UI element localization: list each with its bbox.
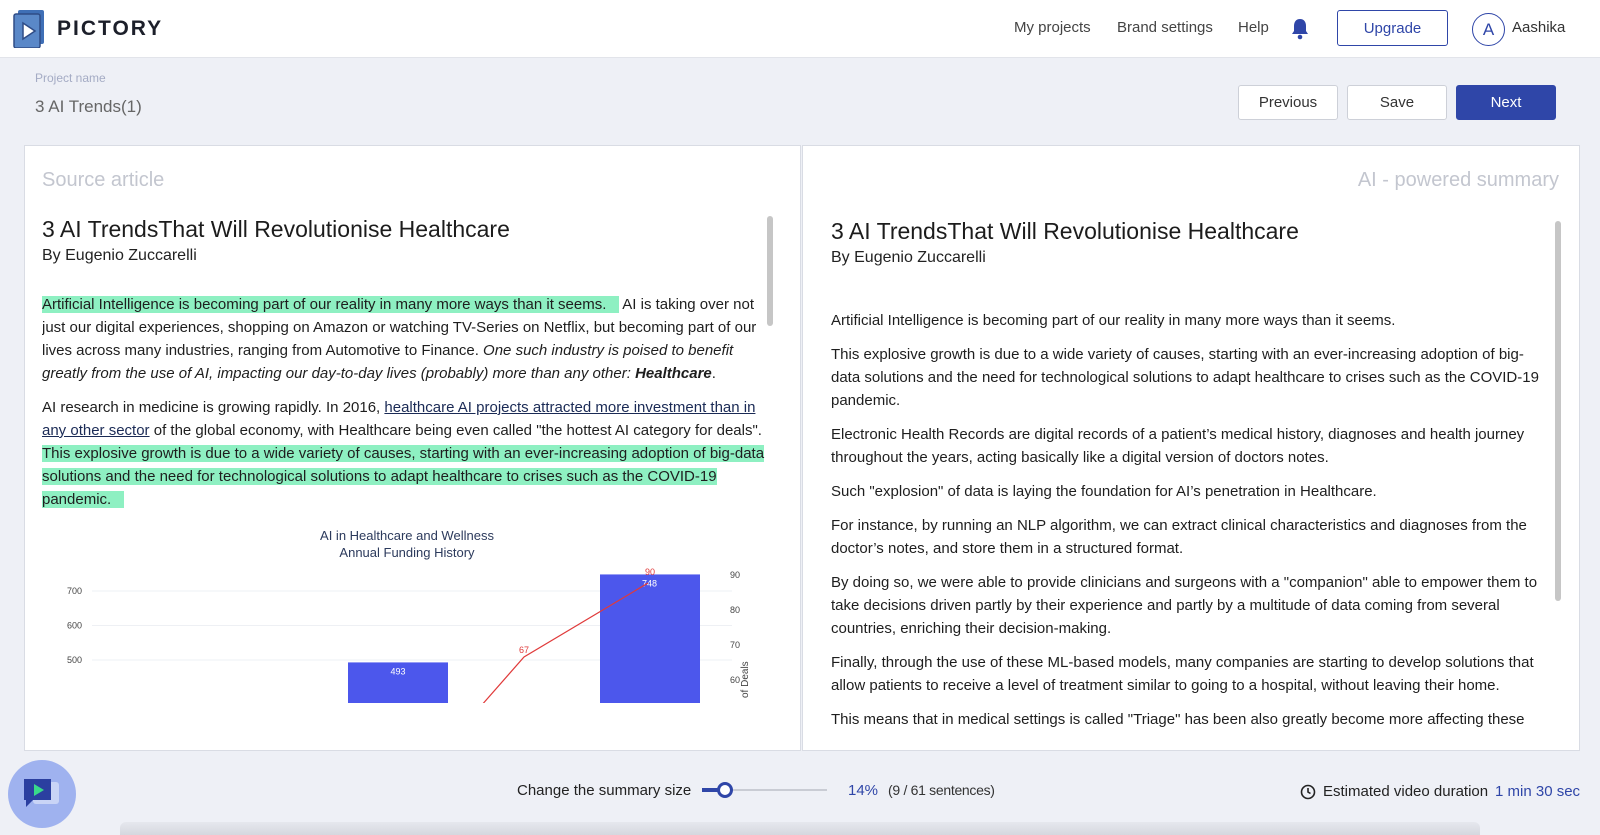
nav-brand-settings[interactable]: Brand settings xyxy=(1117,19,1213,36)
source-scrollbar[interactable] xyxy=(767,216,773,750)
chart-right-tick: 70 xyxy=(730,640,740,650)
user-avatar[interactable]: A xyxy=(1472,13,1505,46)
source-article-content[interactable]: 3 AI TrendsThat Will Revolutionise Healt… xyxy=(42,216,767,750)
nav-my-projects[interactable]: My projects xyxy=(1014,19,1091,36)
video-duration-value: 1 min 30 sec xyxy=(1495,783,1581,800)
pictory-logo-icon[interactable] xyxy=(12,8,48,48)
chart-bar-label: 493 xyxy=(390,666,405,676)
sentence[interactable]: of the global economy, with Healthcare b… xyxy=(154,422,762,439)
notification-bell-icon[interactable] xyxy=(1290,18,1310,40)
summary-percent: 14% xyxy=(848,782,879,799)
summary-author: By Eugenio Zuccarelli xyxy=(831,249,986,266)
chart-left-tick: 600 xyxy=(67,621,82,631)
chart-right-tick: 80 xyxy=(730,605,740,615)
chart-line-label: 67 xyxy=(519,645,529,655)
summary-size-slider[interactable] xyxy=(702,781,827,799)
summary-sentence[interactable]: This explosive growth is due to a wide v… xyxy=(831,343,1543,412)
save-button[interactable]: Save xyxy=(1347,85,1447,120)
summary-sentence[interactable]: Finally, through the use of these ML-bas… xyxy=(831,651,1543,697)
summary-sentence[interactable]: Such "explosion" of data is laying the f… xyxy=(831,480,1543,503)
summary-title: 3 AI TrendsThat Will Revolutionise Healt… xyxy=(831,218,1299,244)
chart-right-tick: 90 xyxy=(730,570,740,580)
source-article-title: 3 AI TrendsThat Will Revolutionise Healt… xyxy=(42,216,510,242)
source-article-panel: Source article 3 AI TrendsThat Will Revo… xyxy=(24,145,801,751)
clock-icon xyxy=(1300,784,1316,800)
chart-left-tick: 700 xyxy=(67,586,82,596)
funding-chart: AI in Healthcare and Wellness Annual Fun… xyxy=(42,523,762,703)
summary-sentence[interactable]: By doing so, we were able to provide cli… xyxy=(831,571,1543,640)
project-name[interactable]: 3 AI Trends(1) xyxy=(35,97,142,117)
highlighted-sentence[interactable]: This explosive growth is due to a wide v… xyxy=(42,445,765,508)
chart-bar xyxy=(600,574,700,703)
username[interactable]: Aashika xyxy=(1512,19,1565,36)
upgrade-button[interactable]: Upgrade xyxy=(1337,10,1448,46)
summary-sentence[interactable]: For instance, by running an NLP algorith… xyxy=(831,514,1543,560)
bottom-edge xyxy=(120,822,1480,835)
source-paragraph-2: AI research in medicine is growing rapid… xyxy=(42,396,767,511)
chat-icon xyxy=(24,779,59,807)
summary-scrollbar[interactable] xyxy=(1555,221,1561,750)
chart-right-tick: 60 xyxy=(730,675,740,685)
video-duration-label: Estimated video duration xyxy=(1323,783,1489,800)
highlighted-sentence[interactable]: Artificial Intelligence is becoming part… xyxy=(42,296,607,313)
summary-content[interactable]: 3 AI TrendsThat Will Revolutionise Healt… xyxy=(831,218,1543,750)
source-scrollbar-thumb[interactable] xyxy=(767,216,773,326)
chart-left-tick: 500 xyxy=(67,655,82,665)
previous-button[interactable]: Previous xyxy=(1238,85,1338,120)
next-button[interactable]: Next xyxy=(1456,85,1556,120)
chart-right-axis-label: of Deals xyxy=(740,661,751,698)
source-paragraph-1: Artificial Intelligence is becoming part… xyxy=(42,296,757,382)
bold-keyword: Healthcare xyxy=(635,365,712,382)
chart-bar-label: 748 xyxy=(642,578,657,588)
summary-sentence[interactable]: This means that in medical settings is c… xyxy=(831,708,1543,731)
summary-scrollbar-thumb[interactable] xyxy=(1555,221,1561,601)
summary-panel: AI - powered summary 3 AI TrendsThat Wil… xyxy=(802,145,1580,751)
chat-support-button[interactable] xyxy=(8,760,76,828)
summary-size-label: Change the summary size xyxy=(517,782,692,799)
chart-plot: 700 600 500 90 80 70 60 493 748 67 90 of Deals xyxy=(67,567,751,703)
summary-heading: AI - powered summary xyxy=(1357,169,1559,191)
chart-line-label: 90 xyxy=(645,567,655,577)
brand-name[interactable]: PICTORY xyxy=(57,17,163,41)
source-article-author: By Eugenio Zuccarelli xyxy=(42,247,197,264)
sentence[interactable]: AI research in medicine is growing rapid… xyxy=(42,399,380,416)
summary-sentence-count: (9 / 61 sentences) xyxy=(888,782,995,798)
summary-sentence[interactable]: Artificial Intelligence is becoming part… xyxy=(831,309,1543,332)
project-name-label: Project name xyxy=(35,71,106,85)
slider-thumb[interactable] xyxy=(717,782,733,798)
source-article-heading: Source article xyxy=(42,169,165,191)
nav-help[interactable]: Help xyxy=(1238,19,1269,36)
top-navbar: PICTORY My projects Brand settings Help … xyxy=(0,0,1600,58)
summary-sentence[interactable]: Electronic Health Records are digital re… xyxy=(831,423,1543,469)
